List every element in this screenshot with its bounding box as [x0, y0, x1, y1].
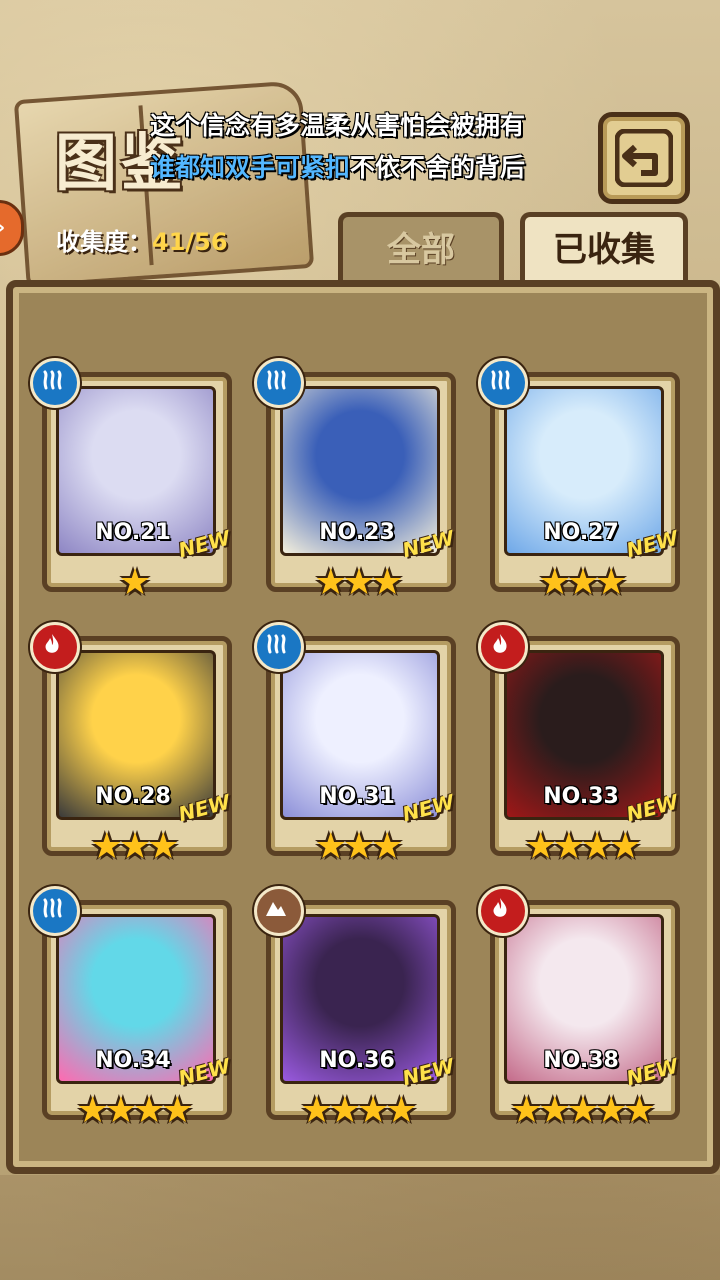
character-card[interactable]: NO.31 NEW ★★★: [254, 622, 457, 867]
character-card[interactable]: NO.33 NEW ★★★★: [478, 622, 681, 867]
fire-element-icon: [30, 622, 80, 672]
lyric-line-2: 谁都知双手可紧扣不依不舍的背后: [150, 148, 525, 184]
star-rating: ★★★: [538, 562, 628, 603]
earth-element-icon: [254, 886, 304, 936]
character-card[interactable]: NO.28 NEW ★★★: [30, 622, 233, 867]
fire-element-icon: [478, 622, 528, 672]
character-card[interactable]: NO.36 NEW ★★★★: [254, 886, 457, 1131]
progress-label: 收集度：: [56, 228, 152, 256]
back-button[interactable]: [598, 112, 690, 204]
tab-collected[interactable]: 已收集: [520, 212, 688, 285]
fire-element-icon: [478, 886, 528, 936]
star-rating: ★★★★: [76, 1090, 193, 1131]
progress-value: 41/56: [152, 228, 228, 256]
star-rating: ★★★: [314, 826, 404, 867]
star-rating: ★: [118, 562, 151, 603]
star-rating: ★★★★★: [510, 1090, 655, 1131]
character-card[interactable]: NO.38 NEW ★★★★★: [478, 886, 681, 1131]
lyric-highlight: 谁都知双手可紧扣: [150, 153, 351, 182]
character-card[interactable]: NO.27 NEW ★★★: [478, 358, 681, 603]
return-icon: [615, 129, 673, 187]
chevron-right-icon: ›: [0, 215, 5, 239]
water-element-icon: [30, 886, 80, 936]
lyric-rest: 不依不舍的背后: [350, 153, 526, 182]
star-rating: ★★★★: [524, 826, 641, 867]
collection-progress: 收集度：41/56: [56, 222, 228, 257]
water-element-icon: [254, 358, 304, 408]
water-element-icon: [254, 622, 304, 672]
character-card[interactable]: NO.21 NEW ★: [30, 358, 233, 603]
star-rating: ★★★★: [300, 1090, 417, 1131]
character-card[interactable]: NO.34 NEW ★★★★: [30, 886, 233, 1131]
water-element-icon: [30, 358, 80, 408]
water-element-icon: [478, 358, 528, 408]
star-rating: ★★★: [90, 826, 180, 867]
footer-area: [0, 1175, 720, 1280]
tab-all[interactable]: 全部: [338, 212, 504, 285]
character-card[interactable]: NO.23 NEW ★★★: [254, 358, 457, 603]
lyric-line-1: 这个信念有多温柔从害怕会被拥有: [150, 111, 526, 140]
star-rating: ★★★: [314, 562, 404, 603]
